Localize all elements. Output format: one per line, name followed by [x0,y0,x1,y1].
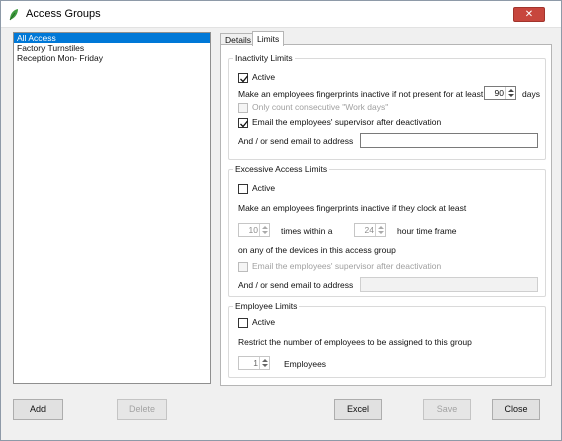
devices-text: on any of the devices in this access gro… [238,245,396,255]
hours-stepper[interactable]: 24 [354,223,386,237]
times-stepper[interactable]: 10 [238,223,270,237]
title-bar: Access Groups ✕ [1,1,561,28]
inactivity-active-checkbox[interactable] [238,73,249,83]
checkmark-icon [240,120,249,128]
employee-count-stepper[interactable]: 1 [238,356,270,370]
inactivity-email-address-input[interactable] [360,133,538,148]
excessive-email-label: Email the employees' supervisor after de… [252,261,442,271]
employee-active-checkbox[interactable] [238,318,248,328]
inactivity-email-checkbox[interactable] [238,118,249,128]
stepper-arrows-icon[interactable] [259,224,269,236]
inactivity-limits-group: Inactivity Limits Active Make an employe… [228,53,546,160]
restrict-text: Restrict the number of employees to be a… [238,337,472,347]
stepper-arrows-icon[interactable] [259,357,269,369]
add-button[interactable]: Add [13,399,63,420]
excessive-email-address-input[interactable] [360,277,538,292]
hours-label: hour time frame [397,226,457,236]
employees-label: Employees [284,359,327,369]
excessive-access-title: Excessive Access Limits [233,164,330,175]
inactivity-days-stepper[interactable]: 90 [484,86,516,100]
excessive-email-checkbox[interactable] [238,262,248,272]
close-x-icon: ✕ [524,9,534,20]
excel-button[interactable]: Excel [334,399,382,420]
employee-limits-title: Employee Limits [233,301,300,312]
hours-value: 24 [364,225,374,235]
employee-count-value: 1 [253,358,258,368]
access-groups-window: Access Groups ✕ All Access Factory Turns… [0,0,562,441]
inactivity-email-label: Email the employees' supervisor after de… [252,117,442,127]
times-value: 10 [248,225,258,235]
inactivity-description: Make an employees fingerprints inactive … [238,89,484,99]
list-item[interactable]: Reception Mon- Friday [14,53,210,63]
times-label: times within a [281,226,333,236]
limits-tab-panel: Inactivity Limits Active Make an employe… [220,44,552,386]
workdays-label: Only count consecutive "Work days" [252,102,389,112]
excessive-address-label: And / or send email to address [238,280,354,290]
inactivity-address-label: And / or send email to address [238,136,354,146]
workdays-checkbox[interactable] [238,103,248,113]
list-item[interactable]: Factory Turnstiles [14,43,210,53]
employee-active-label: Active [252,317,276,327]
save-button[interactable]: Save [423,399,471,420]
delete-button[interactable]: Delete [117,399,167,420]
access-groups-list[interactable]: All Access Factory Turnstiles Reception … [13,32,211,384]
excessive-access-group: Excessive Access Limits Active Make an e… [228,164,546,297]
stepper-arrows-icon[interactable] [505,87,515,99]
excessive-description: Make an employees fingerprints inactive … [238,203,467,213]
stepper-arrows-icon[interactable] [375,224,385,236]
tab-limits[interactable]: Limits [252,31,285,46]
inactivity-days-value: 90 [494,88,504,98]
leaf-app-icon [9,9,18,21]
window-title: Access Groups [26,8,101,20]
checkmark-icon [240,75,249,83]
list-item[interactable]: All Access [14,33,210,43]
inactivity-days-label: days [522,89,540,99]
inactivity-active-label: Active [252,72,276,82]
excessive-active-checkbox[interactable] [238,184,248,194]
window-close-button[interactable]: ✕ [513,7,545,22]
excessive-active-label: Active [252,183,276,193]
close-button[interactable]: Close [492,399,540,420]
inactivity-limits-title: Inactivity Limits [233,53,295,64]
employee-limits-group: Employee Limits Active Restrict the numb… [228,301,546,378]
